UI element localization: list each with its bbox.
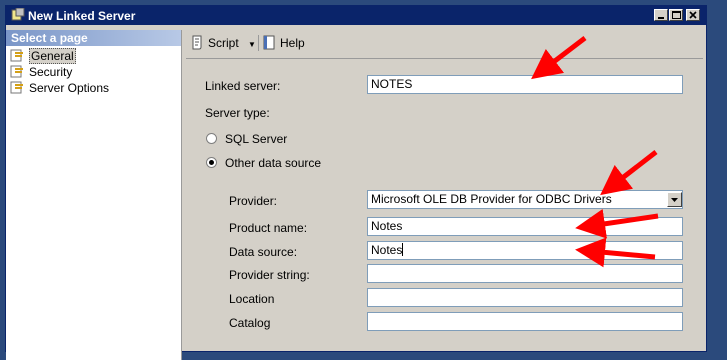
script-icon <box>192 35 202 50</box>
nav-item-security[interactable]: Security <box>10 65 72 80</box>
catalog-label: Catalog <box>229 316 271 330</box>
sql-server-label[interactable]: SQL Server <box>225 132 287 146</box>
minimize-icon <box>658 17 664 19</box>
server-type-label: Server type: <box>205 106 270 120</box>
provider-label: Provider: <box>229 194 278 208</box>
provider-select[interactable]: Microsoft OLE DB Provider for ODBC Drive… <box>367 190 683 209</box>
nav-item-label: Server Options <box>29 81 110 95</box>
script-label: Script <box>208 36 239 50</box>
other-data-source-radio[interactable] <box>206 157 217 168</box>
provider-string-input[interactable] <box>367 264 683 283</box>
product-name-input[interactable]: Notes <box>367 217 683 236</box>
title-bar[interactable]: New Linked Server <box>6 6 706 25</box>
text-cursor <box>402 243 404 256</box>
provider-string-label: Provider string: <box>229 268 310 282</box>
nav-item-label: Security <box>29 65 73 79</box>
location-label: Location <box>229 292 275 306</box>
page-icon <box>10 81 23 94</box>
nav-item-label: General <box>29 48 76 64</box>
linked-server-input[interactable]: NOTES <box>367 75 683 94</box>
product-name-label: Product name: <box>229 221 308 235</box>
maximize-button[interactable] <box>669 9 683 21</box>
linked-server-icon <box>11 8 25 21</box>
new-linked-server-window: New Linked Server Select a page General … <box>5 5 707 360</box>
help-button[interactable]: Help <box>262 35 305 51</box>
nav-item-general[interactable]: General <box>10 48 76 64</box>
linked-server-label: Linked server: <box>205 79 281 93</box>
radio-selected-dot <box>209 160 214 165</box>
chevron-down-icon[interactable]: ▼ <box>248 40 256 49</box>
script-button[interactable]: Script ▼ <box>190 35 256 51</box>
page-selector-pane: Select a page General Security Server Op… <box>6 30 182 360</box>
other-data-source-label[interactable]: Other data source <box>225 156 321 170</box>
help-icon <box>263 35 275 50</box>
help-label: Help <box>280 36 305 50</box>
data-source-value: Notes <box>371 243 403 257</box>
window-title: New Linked Server <box>28 9 136 23</box>
minimize-button[interactable] <box>654 9 668 21</box>
chevron-down-icon <box>671 198 678 202</box>
data-source-input[interactable]: Notes <box>367 241 683 260</box>
maximize-icon <box>672 11 681 19</box>
close-button[interactable] <box>686 9 700 21</box>
catalog-input[interactable] <box>367 312 683 331</box>
location-input[interactable] <box>367 288 683 307</box>
provider-value: Microsoft OLE DB Provider for ODBC Drive… <box>371 192 612 206</box>
close-icon <box>689 11 697 19</box>
page-icon <box>10 65 23 78</box>
page-icon <box>10 49 23 62</box>
select-page-header: Select a page <box>6 30 181 46</box>
toolbar: Script ▼ Help <box>186 30 706 56</box>
toolbar-divider <box>186 58 703 59</box>
sql-server-radio[interactable] <box>206 133 217 144</box>
nav-item-server-options[interactable]: Server Options <box>10 81 109 96</box>
toolbar-separator <box>258 35 259 51</box>
provider-dropdown-button[interactable] <box>667 192 682 207</box>
data-source-label: Data source: <box>229 245 298 259</box>
